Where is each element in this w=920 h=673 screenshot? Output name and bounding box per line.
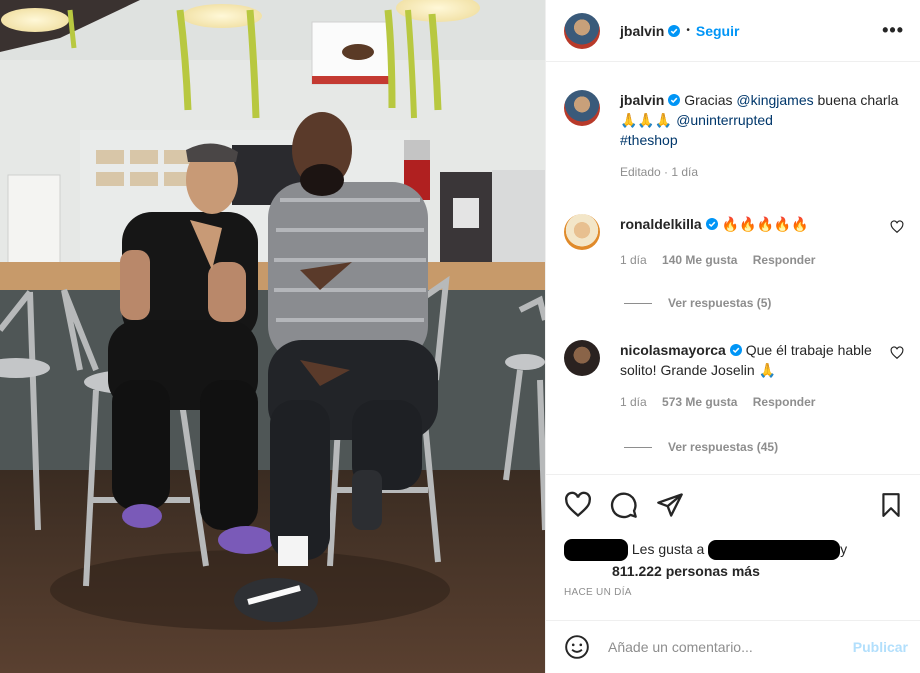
comment-heart-icon[interactable]: [890, 346, 904, 360]
replies-divider: [624, 302, 652, 304]
reply-button[interactable]: Responder: [753, 395, 816, 409]
comment-likes[interactable]: 573 Me gusta: [662, 395, 737, 409]
view-replies-button[interactable]: Ver respuestas (5): [624, 296, 771, 310]
verified-badge-icon: [668, 24, 681, 37]
replies-divider: [624, 446, 652, 448]
mention-kingjames[interactable]: @kingjames: [736, 92, 813, 108]
comments-list[interactable]: jbalvin Gracias @kingjames buena charla …: [546, 62, 920, 474]
hashtag-theshop[interactable]: #theshop: [620, 132, 678, 148]
caption-username[interactable]: jbalvin: [620, 92, 664, 108]
author-avatar[interactable]: [564, 12, 600, 49]
send-icon[interactable]: [656, 491, 684, 519]
post-image: [0, 0, 545, 673]
post-sidebar: jbalvin • Seguir ••• jbalvin Gracias @ki…: [545, 0, 920, 673]
commenter-avatar[interactable]: [564, 340, 600, 376]
view-replies-label[interactable]: Ver respuestas (5): [668, 296, 771, 310]
comment-text: 🔥🔥🔥🔥🔥: [721, 216, 809, 232]
caption-avatar[interactable]: [564, 90, 600, 126]
verified-badge-icon: [729, 344, 742, 356]
commenter-avatar[interactable]: [564, 214, 600, 250]
comment-meta: 1 día 573 Me gusta Responder: [620, 394, 904, 410]
verified-badge-icon: [668, 94, 681, 106]
comment-heart-icon[interactable]: [890, 220, 904, 234]
comment-input[interactable]: [608, 639, 853, 655]
comment-username[interactable]: nicolasmayorca: [620, 342, 726, 358]
reply-button[interactable]: Responder: [753, 253, 816, 267]
post-actions: Les gusta a y 811.222 personas más HACE …: [546, 474, 920, 620]
comment-body: ronaldelkilla 🔥🔥🔥🔥🔥 1 día 140 Me gusta R…: [620, 214, 904, 268]
separator-dot: •: [686, 25, 690, 36]
verified-badge-icon: [705, 218, 718, 230]
post-time[interactable]: HACE UN DÍA: [564, 587, 632, 598]
bookmark-icon[interactable]: [878, 491, 904, 519]
comment-item: nicolasmayorca Que él trabaje hable soli…: [564, 340, 904, 410]
comment-username[interactable]: ronaldelkilla: [620, 216, 702, 232]
emoji-icon[interactable]: [564, 634, 590, 660]
likes-count[interactable]: 811.222 personas más: [612, 563, 760, 579]
caption-body: jbalvin Gracias @kingjames buena charla …: [620, 90, 904, 180]
caption: jbalvin Gracias @kingjames buena charla …: [564, 90, 904, 180]
post-photo[interactable]: [0, 0, 545, 673]
post-header: jbalvin • Seguir •••: [546, 0, 920, 62]
more-options-icon[interactable]: •••: [882, 20, 904, 41]
instagram-post-modal: jbalvin • Seguir ••• jbalvin Gracias @ki…: [0, 0, 920, 673]
caption-text: Gracias: [680, 92, 737, 108]
follow-button[interactable]: Seguir: [696, 23, 740, 39]
publish-button[interactable]: Publicar: [853, 639, 908, 655]
caption-meta: Editado · 1 día: [620, 165, 699, 179]
comment-meta: 1 día 140 Me gusta Responder: [620, 252, 904, 268]
add-comment-bar: Publicar: [546, 620, 920, 673]
view-replies-button[interactable]: Ver respuestas (45): [624, 440, 778, 454]
comment-time[interactable]: 1 día: [620, 395, 647, 409]
author-username[interactable]: jbalvin: [620, 23, 664, 39]
comment-item: ronaldelkilla 🔥🔥🔥🔥🔥 1 día 140 Me gusta R…: [564, 214, 904, 268]
likes-prefix: Les gusta a: [631, 541, 705, 557]
action-bar: [564, 491, 904, 519]
comment-body: nicolasmayorca Que él trabaje hable soli…: [620, 340, 904, 410]
redacted-username: [564, 539, 628, 562]
heart-icon[interactable]: [564, 491, 592, 519]
comment-likes[interactable]: 140 Me gusta: [662, 253, 737, 267]
likes-summary[interactable]: Les gusta a y 811.222 personas más: [564, 539, 847, 582]
comment-time[interactable]: 1 día: [620, 253, 647, 267]
comment-icon[interactable]: [610, 491, 638, 519]
redacted-username: [708, 540, 841, 561]
view-replies-label[interactable]: Ver respuestas (45): [668, 440, 778, 454]
likes-suffix: y: [840, 541, 848, 557]
mention-uninterrupted[interactable]: @uninterrupted: [676, 112, 773, 128]
